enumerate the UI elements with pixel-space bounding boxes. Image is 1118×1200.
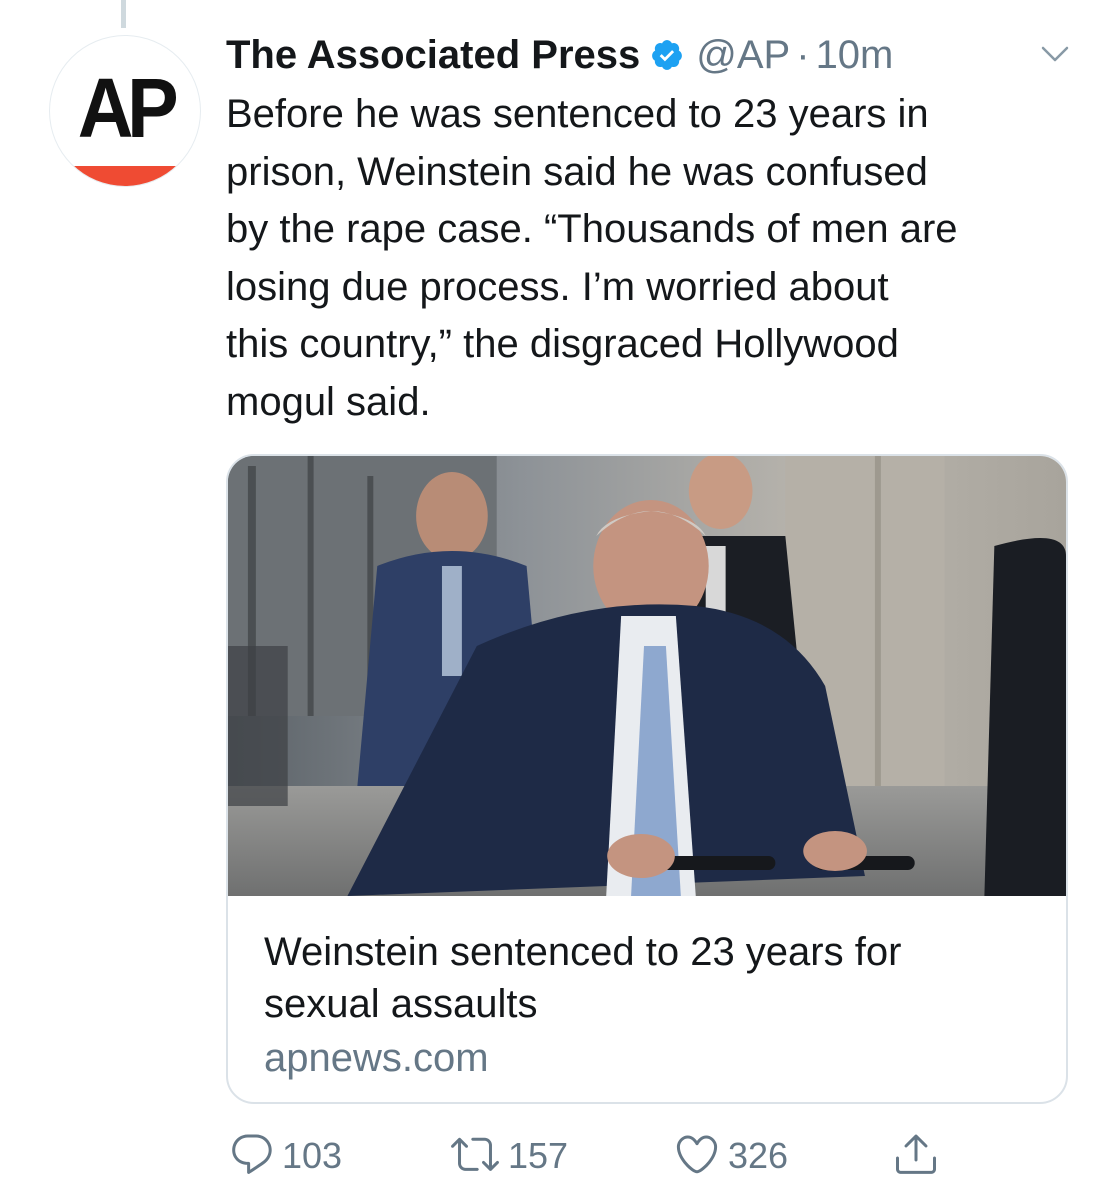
retweet-icon — [448, 1130, 502, 1183]
ap-logo-text: AP — [77, 61, 179, 155]
chevron-down-icon[interactable] — [1040, 44, 1070, 69]
link-card[interactable]: Weinstein sentenced to 23 years for sexu… — [226, 454, 1068, 1104]
thread-connector-line — [121, 0, 126, 28]
tweet-header: The Associated Press @AP · 10m — [226, 30, 893, 80]
news-photo-image — [228, 456, 1066, 896]
heart-icon — [672, 1130, 722, 1183]
ap-logo-red-bar — [50, 166, 200, 186]
share-button[interactable] — [892, 1128, 940, 1184]
reply-icon — [228, 1130, 276, 1183]
separator-dot: · — [796, 32, 810, 77]
verified-badge-icon — [650, 38, 684, 72]
link-card-domain: apnews.com — [264, 1036, 489, 1080]
link-card-title: Weinstein sentenced to 23 years for sexu… — [264, 930, 902, 1026]
reply-button[interactable]: 103 — [228, 1128, 342, 1184]
author-handle[interactable]: @AP — [696, 33, 790, 78]
tweet-timestamp[interactable]: 10m — [816, 33, 894, 78]
retweet-count: 157 — [508, 1135, 569, 1176]
retweet-button[interactable]: 157 — [448, 1128, 568, 1184]
like-button[interactable]: 326 — [672, 1128, 788, 1184]
avatar[interactable]: AP — [50, 36, 200, 186]
author-name[interactable]: The Associated Press — [226, 33, 640, 78]
reply-count: 103 — [282, 1135, 343, 1176]
tweet-text: Before he was sentenced to 23 years in p… — [226, 92, 958, 424]
share-icon — [892, 1130, 940, 1183]
like-count: 326 — [728, 1135, 789, 1176]
